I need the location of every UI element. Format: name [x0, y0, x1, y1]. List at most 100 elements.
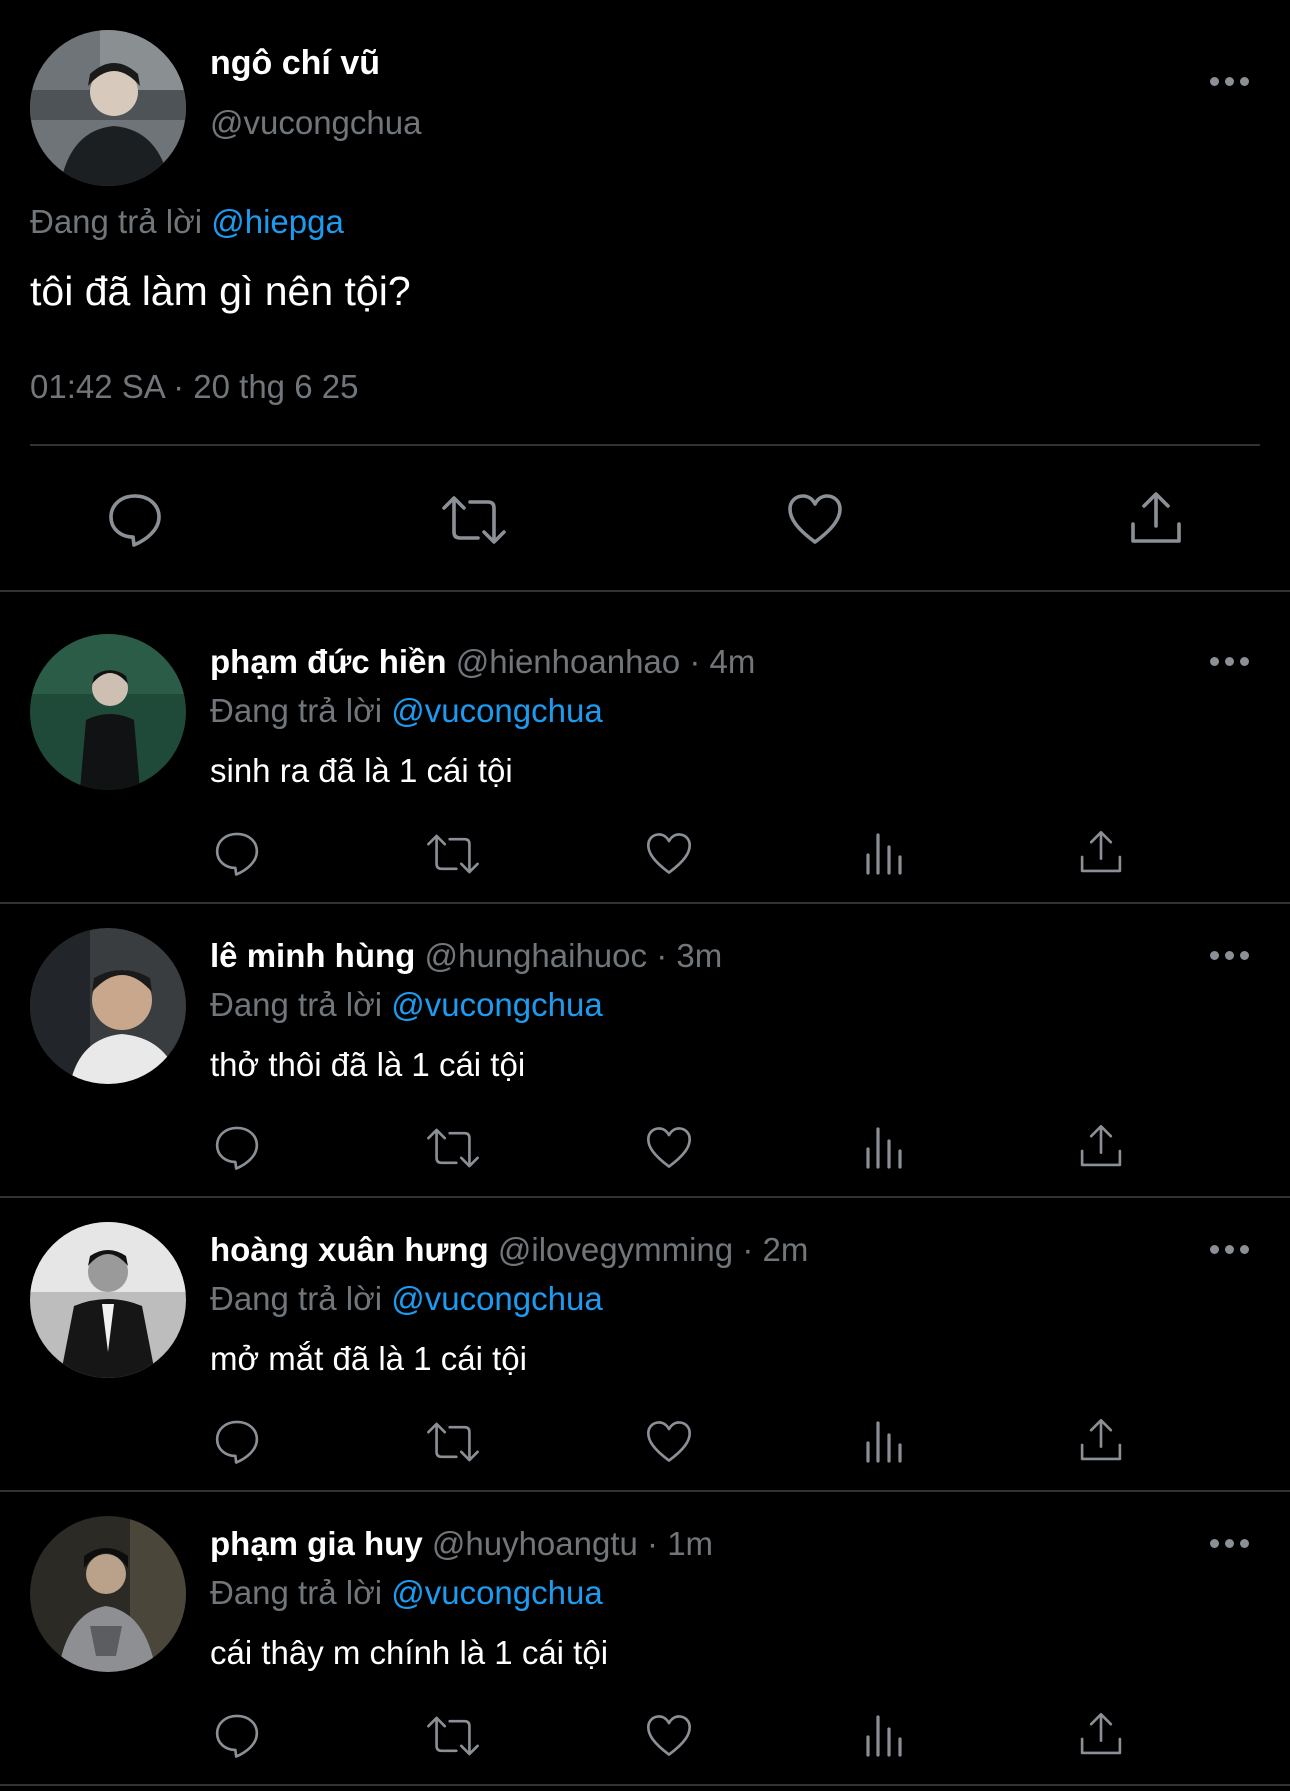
more-options-icon[interactable] — [1210, 951, 1250, 963]
views-icon — [866, 1127, 902, 1169]
views-button[interactable] — [864, 1125, 904, 1169]
divider — [0, 590, 1290, 592]
views-icon — [866, 1715, 902, 1757]
display-name[interactable]: phạm đức hiền — [210, 643, 447, 680]
views-button[interactable] — [864, 831, 904, 875]
replying-prefix: Đang trả lời — [210, 1574, 383, 1611]
share-icon — [1131, 492, 1181, 543]
display-name[interactable]: ngô chí vũ — [210, 44, 380, 83]
share-icon — [1080, 1712, 1122, 1755]
avatar[interactable] — [30, 1516, 186, 1672]
share-icon — [1080, 1124, 1122, 1167]
share-button[interactable] — [1078, 1123, 1124, 1169]
reply-icon — [215, 1714, 259, 1758]
more-options-icon[interactable] — [1210, 657, 1250, 669]
replying-to-line: Đang trả lời @vucongchua — [210, 692, 603, 730]
like-icon — [646, 1421, 692, 1462]
reply-button[interactable] — [213, 829, 261, 877]
replying-prefix: Đang trả lời — [210, 1280, 383, 1317]
reply-button[interactable] — [213, 1123, 261, 1171]
reply-time[interactable]: · 4m — [689, 643, 755, 680]
retweet-button[interactable] — [425, 831, 481, 877]
reply-header: lê minh hùng @hunghaihuoc · 3m — [210, 937, 722, 975]
replying-to-link[interactable]: @vucongchua — [391, 692, 602, 729]
like-icon — [646, 833, 692, 874]
retweet-button[interactable] — [440, 492, 508, 548]
reply-header: phạm đức hiền @hienhoanhao · 4m — [210, 643, 755, 681]
share-button[interactable] — [1078, 829, 1124, 875]
display-name[interactable]: lê minh hùng — [210, 937, 415, 974]
reply-icon — [215, 832, 259, 876]
divider — [0, 1490, 1290, 1492]
retweet-button[interactable] — [425, 1125, 481, 1171]
avatar[interactable] — [30, 928, 186, 1084]
like-button[interactable] — [645, 1713, 693, 1758]
tweet-text: tôi đã làm gì nên tội? — [30, 268, 411, 314]
replying-to-link[interactable]: @hiepga — [211, 203, 344, 240]
more-options-icon[interactable] — [1210, 1245, 1250, 1257]
reply-time[interactable]: · 2m — [742, 1231, 808, 1268]
divider — [30, 444, 1260, 446]
reply-time[interactable]: · 3m — [656, 937, 722, 974]
share-button[interactable] — [1128, 490, 1184, 546]
avatar[interactable] — [30, 30, 186, 186]
divider — [0, 1784, 1290, 1786]
handle[interactable]: @vucongchua — [210, 104, 421, 142]
reply-header: hoàng xuân hưng @ilovegymming · 2m — [210, 1231, 808, 1269]
handle[interactable]: @hunghaihuoc — [425, 937, 648, 974]
more-options-icon[interactable] — [1210, 77, 1250, 89]
retweet-icon — [427, 834, 479, 874]
reply-button[interactable] — [213, 1417, 261, 1465]
display-name[interactable]: hoàng xuân hưng — [210, 1231, 489, 1268]
retweet-icon — [427, 1422, 479, 1462]
like-icon — [646, 1715, 692, 1756]
reply-icon — [215, 1126, 259, 1170]
reply-button[interactable] — [213, 1711, 261, 1759]
retweet-icon — [427, 1716, 479, 1756]
share-icon — [1080, 1418, 1122, 1461]
tweet-timestamp[interactable]: 01:42 SA · 20 thg 6 25 — [30, 368, 358, 406]
like-icon — [646, 1127, 692, 1168]
like-button[interactable] — [786, 492, 844, 546]
avatar[interactable] — [30, 1222, 186, 1378]
reply-text: cái thây m chính là 1 cái tội — [210, 1634, 609, 1671]
reply-time[interactable]: · 1m — [647, 1525, 713, 1562]
replying-to-line: Đang trả lời @hiepga — [30, 203, 344, 241]
share-button[interactable] — [1078, 1711, 1124, 1757]
reply-button[interactable] — [106, 490, 164, 548]
views-icon — [866, 1421, 902, 1463]
handle[interactable]: @hienhoanhao — [456, 643, 680, 680]
share-button[interactable] — [1078, 1417, 1124, 1463]
like-icon — [788, 494, 842, 544]
replying-prefix: Đang trả lời — [210, 692, 383, 729]
reply-text: mở mắt đã là 1 cái tội — [210, 1340, 527, 1377]
replying-to-link[interactable]: @vucongchua — [391, 1280, 602, 1317]
replying-prefix: Đang trả lời — [210, 986, 383, 1023]
divider — [0, 1196, 1290, 1198]
retweet-icon — [427, 1128, 479, 1168]
handle[interactable]: @ilovegymming — [498, 1231, 733, 1268]
like-button[interactable] — [645, 1419, 693, 1464]
divider — [0, 902, 1290, 904]
replying-to-link[interactable]: @vucongchua — [391, 1574, 602, 1611]
retweet-icon — [442, 496, 506, 544]
like-button[interactable] — [645, 1125, 693, 1170]
share-icon — [1080, 830, 1122, 873]
reply-text: sinh ra đã là 1 cái tội — [210, 752, 513, 789]
like-button[interactable] — [645, 831, 693, 876]
replying-prefix: Đang trả lời — [30, 203, 203, 240]
retweet-button[interactable] — [425, 1713, 481, 1759]
avatar[interactable] — [30, 634, 186, 790]
display-name[interactable]: phạm gia huy — [210, 1525, 423, 1562]
replying-to-line: Đang trả lời @vucongchua — [210, 1574, 603, 1612]
views-icon — [866, 833, 902, 875]
views-button[interactable] — [864, 1419, 904, 1463]
replying-to-link[interactable]: @vucongchua — [391, 986, 602, 1023]
retweet-button[interactable] — [425, 1419, 481, 1465]
handle[interactable]: @huyhoangtu — [432, 1525, 638, 1562]
views-button[interactable] — [864, 1713, 904, 1757]
reply-icon — [215, 1420, 259, 1464]
more-options-icon[interactable] — [1210, 1539, 1250, 1551]
reply-icon — [109, 494, 161, 547]
reply-header: phạm gia huy @huyhoangtu · 1m — [210, 1525, 713, 1563]
